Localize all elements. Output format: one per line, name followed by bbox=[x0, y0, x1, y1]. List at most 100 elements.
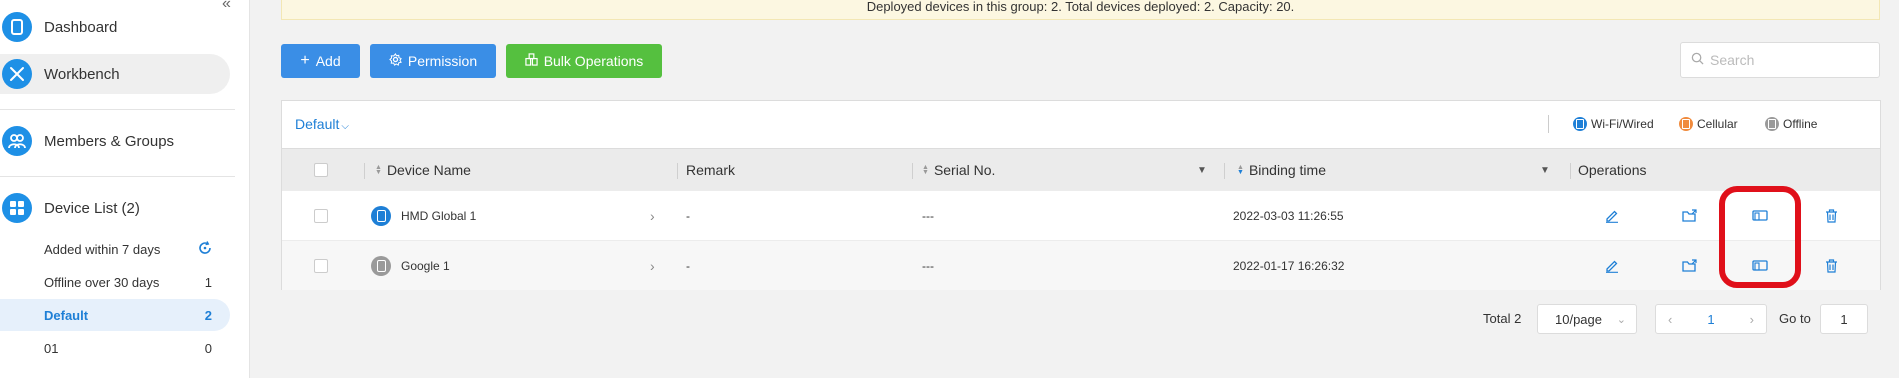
capacity-banner: Deployed devices in this group: 2. Total… bbox=[281, 0, 1880, 20]
legend-cellular: Cellular bbox=[1679, 117, 1738, 131]
legend-label: Cellular bbox=[1697, 117, 1738, 131]
page-size-value: 10/page bbox=[1555, 311, 1602, 327]
column-operations: Operations bbox=[1578, 149, 1646, 191]
sub-item-01[interactable]: 01 0 bbox=[0, 332, 230, 364]
search-box[interactable] bbox=[1680, 42, 1880, 78]
sub-item-added-7-days[interactable]: Added within 7 days bbox=[0, 233, 230, 265]
permission-button-label: Permission bbox=[407, 53, 478, 69]
plus-icon: + bbox=[300, 52, 310, 69]
column-device-name-label: Device Name bbox=[386, 162, 471, 178]
column-divider bbox=[1570, 163, 1571, 179]
edit-icon[interactable] bbox=[1602, 206, 1622, 226]
prev-page-icon[interactable]: ‹ bbox=[1668, 312, 1672, 327]
permission-button[interactable]: Permission bbox=[370, 44, 496, 78]
legend-divider bbox=[1548, 115, 1549, 133]
next-page-icon[interactable]: › bbox=[1750, 312, 1754, 327]
sub-item-label: Offline over 30 days bbox=[44, 274, 160, 290]
nav-members-label: Members & Groups bbox=[44, 132, 175, 150]
pagination-total: Total 2 bbox=[1483, 311, 1522, 326]
sort-icon: ▲ ▼ bbox=[922, 164, 929, 176]
move-folder-icon[interactable] bbox=[1680, 256, 1700, 276]
legend-offline: Offline bbox=[1765, 117, 1817, 131]
group-filter-label: Default bbox=[295, 116, 340, 132]
delete-icon[interactable] bbox=[1821, 256, 1841, 276]
sub-item-count: 0 bbox=[204, 340, 212, 356]
add-button-label: Add bbox=[315, 53, 341, 69]
group-filter-dropdown[interactable]: Default ⌵ bbox=[295, 116, 349, 132]
column-device-name[interactable]: ▲ ▼ Device Name bbox=[375, 149, 471, 191]
nav-dashboard-label: Dashboard bbox=[44, 18, 118, 36]
nav-members-groups[interactable]: Members & Groups bbox=[0, 121, 230, 161]
table-header: ▲ ▼ Device Name Remark ▲ ▼ Serial No. ▼ ▲ ▼… bbox=[282, 148, 1880, 190]
legend-label: Offline bbox=[1783, 117, 1818, 131]
sidebar-divider bbox=[0, 176, 235, 177]
column-binding-time[interactable]: ▲ ▼ Binding time bbox=[1237, 149, 1326, 191]
row-checkbox[interactable] bbox=[314, 241, 328, 291]
bulk-icon bbox=[525, 53, 538, 69]
binding-time-filter-caret-icon[interactable]: ▼ bbox=[1540, 165, 1550, 176]
device-name-cell[interactable]: Google 1 bbox=[371, 241, 450, 291]
sub-item-label: Added within 7 days bbox=[44, 241, 161, 257]
search-icon bbox=[1691, 52, 1704, 68]
gear-icon bbox=[389, 53, 402, 69]
serial-filter-caret-icon[interactable]: ▼ bbox=[1197, 165, 1207, 176]
members-icon bbox=[2, 126, 32, 156]
add-button[interactable]: + Add bbox=[281, 44, 360, 78]
chevron-down-icon: ⌵ bbox=[341, 121, 349, 132]
workbench-icon bbox=[2, 59, 32, 89]
sub-item-label: 01 bbox=[44, 340, 59, 356]
column-divider bbox=[364, 163, 365, 179]
refresh-icon[interactable] bbox=[198, 240, 212, 258]
select-all-checkbox[interactable] bbox=[314, 149, 328, 191]
cellular-status-icon bbox=[1679, 117, 1693, 131]
chevron-right-icon[interactable]: › bbox=[650, 191, 655, 241]
table-row[interactable]: Google 1 › - --- 2022-01-17 16:26:32 bbox=[282, 240, 1880, 290]
move-folder-icon[interactable] bbox=[1680, 206, 1700, 226]
binding-time-cell: 2022-03-03 11:26:55 bbox=[1233, 209, 1344, 223]
remark-cell: - bbox=[686, 209, 690, 223]
dashboard-icon bbox=[2, 12, 32, 42]
sub-item-label: Default bbox=[44, 307, 89, 323]
sidebar-divider bbox=[0, 109, 235, 110]
column-divider bbox=[912, 163, 913, 179]
table-row[interactable]: HMD Global 1 › - --- 2022-03-03 11:26:55 bbox=[282, 190, 1880, 240]
current-page[interactable]: 1 bbox=[1707, 312, 1714, 327]
search-input[interactable] bbox=[1710, 52, 1870, 68]
legend-label: Wi-Fi/Wired bbox=[1591, 117, 1654, 131]
nav-device-list[interactable]: Device List (2) bbox=[0, 188, 230, 228]
edit-icon[interactable] bbox=[1602, 256, 1622, 276]
pagination-nav: ‹ 1 › bbox=[1655, 304, 1767, 334]
nav-device-list-label: Device List (2) bbox=[44, 199, 140, 217]
column-operations-label: Operations bbox=[1578, 162, 1647, 178]
nav-dashboard[interactable]: Dashboard bbox=[0, 7, 230, 47]
column-divider bbox=[1224, 163, 1225, 179]
device-name-cell[interactable]: HMD Global 1 bbox=[371, 191, 476, 241]
sidebar: « Dashboard Workbench Members & Groups D… bbox=[0, 0, 250, 378]
wifi-status-icon bbox=[1573, 117, 1587, 131]
nav-workbench[interactable]: Workbench bbox=[0, 54, 230, 94]
bulk-operations-button[interactable]: Bulk Operations bbox=[506, 44, 662, 78]
delete-icon[interactable] bbox=[1821, 206, 1841, 226]
collapse-sidebar-icon[interactable]: « bbox=[222, 0, 231, 13]
serial-cell: --- bbox=[922, 209, 934, 223]
column-serial[interactable]: ▲ ▼ Serial No. bbox=[922, 149, 995, 191]
sort-icon: ▲ ▼ bbox=[1237, 164, 1244, 176]
device-table-panel: Default ⌵ Wi-Fi/Wired Cellular Offline ▲ ▼… bbox=[281, 100, 1881, 290]
wifi-device-icon bbox=[371, 206, 391, 226]
binding-time-cell: 2022-01-17 16:26:32 bbox=[1233, 259, 1345, 273]
remark-cell: - bbox=[686, 259, 690, 273]
device-name: HMD Global 1 bbox=[401, 209, 477, 223]
column-divider bbox=[677, 163, 678, 179]
page-size-select[interactable]: 10/page ⌄ bbox=[1537, 304, 1637, 334]
row-checkbox[interactable] bbox=[314, 191, 328, 241]
column-binding-time-label: Binding time bbox=[1248, 162, 1326, 178]
sub-item-default[interactable]: Default 2 bbox=[0, 299, 230, 331]
legend-wifi: Wi-Fi/Wired bbox=[1573, 117, 1654, 131]
serial-cell: --- bbox=[922, 259, 934, 273]
offline-device-icon bbox=[371, 256, 391, 276]
chevron-right-icon[interactable]: › bbox=[650, 241, 655, 291]
goto-page-input[interactable] bbox=[1820, 304, 1868, 334]
device-list-icon bbox=[2, 193, 32, 223]
chevron-down-icon: ⌄ bbox=[1616, 313, 1626, 326]
sub-item-offline-30-days[interactable]: Offline over 30 days 1 bbox=[0, 266, 230, 298]
